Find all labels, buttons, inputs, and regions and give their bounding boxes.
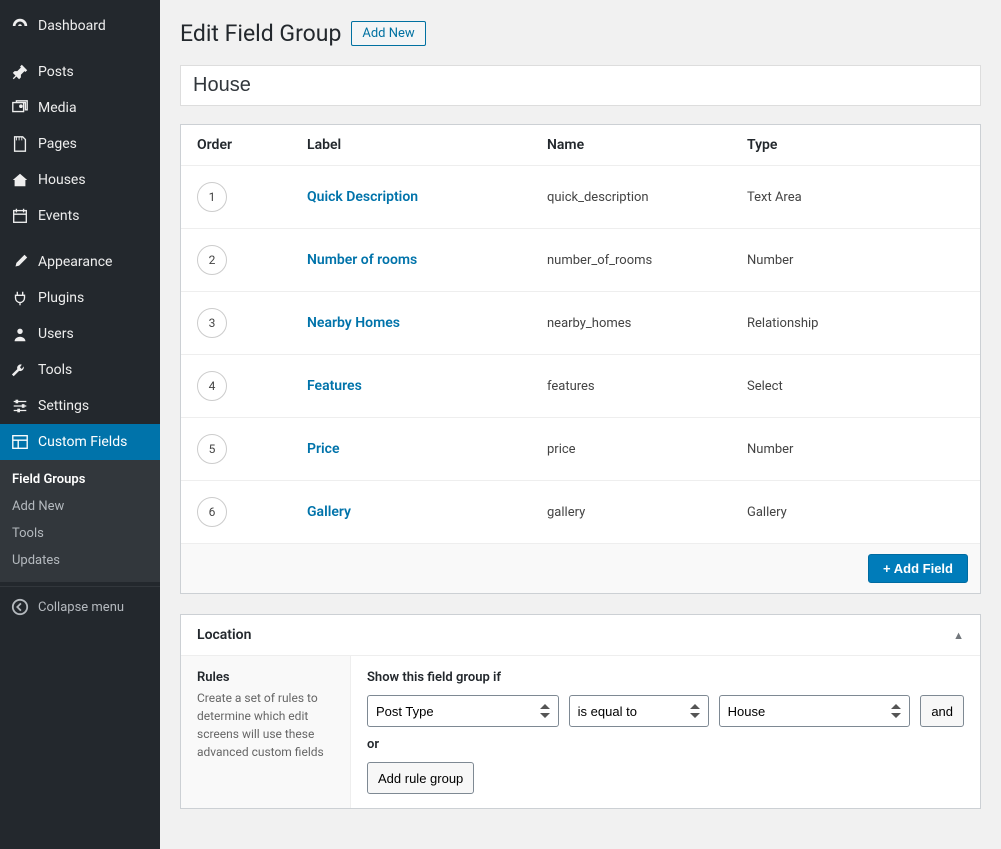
menu-label: Posts — [38, 64, 74, 80]
and-button[interactable]: and — [920, 695, 964, 727]
menu-label: Houses — [38, 172, 86, 188]
user-icon — [10, 324, 30, 344]
menu-label: Settings — [38, 398, 89, 414]
field-type: Number — [731, 229, 980, 292]
col-name: Name — [531, 125, 731, 166]
collapse-label: Collapse menu — [38, 600, 124, 615]
add-field-button[interactable]: + Add Field — [868, 554, 968, 583]
field-row[interactable]: 5 Price priceNumber — [181, 418, 980, 481]
location-panel: Location ▲ Rules Create a set of rules t… — [180, 614, 981, 809]
menu-label: Pages — [38, 136, 77, 152]
field-row[interactable]: 6GallerygalleryGallery — [181, 481, 980, 544]
fields-panel: Order Label Name Type 1 Quick Description… — [180, 124, 981, 594]
field-type: Relationship — [731, 292, 980, 355]
menu-item-houses[interactable]: Houses — [0, 162, 160, 198]
order-handle[interactable]: 4 — [197, 371, 227, 401]
brush-icon — [10, 252, 30, 272]
submenu-item-tools[interactable]: Tools — [0, 520, 160, 547]
field-name: gallery — [531, 481, 731, 544]
rule-value-select[interactable]: House — [719, 695, 911, 727]
menu-item-tools[interactable]: Tools — [0, 352, 160, 388]
rules-heading: Rules — [197, 670, 334, 685]
collapse-menu[interactable]: Collapse menu — [0, 586, 160, 627]
col-order: Order — [181, 125, 291, 166]
field-type: Text Area — [731, 166, 980, 229]
menu-item-users[interactable]: Users — [0, 316, 160, 352]
menu-item-posts[interactable]: Posts — [0, 54, 160, 90]
menu-label: Users — [38, 326, 74, 342]
menu-item-custom-fields[interactable]: Custom Fields — [0, 424, 160, 460]
col-type: Type — [731, 125, 980, 166]
menu-label: Events — [38, 208, 79, 224]
calendar-icon — [10, 206, 30, 226]
menu-label: Tools — [38, 362, 72, 378]
pin-icon — [10, 62, 30, 82]
field-label-link[interactable]: Nearby Homes — [307, 315, 400, 331]
media-icon — [10, 98, 30, 118]
page-title: Edit Field Group — [180, 20, 341, 47]
rules-description: Create a set of rules to determine which… — [197, 689, 334, 761]
or-label: or — [367, 737, 964, 752]
field-name: number_of_rooms — [531, 229, 731, 292]
plug-icon — [10, 288, 30, 308]
field-name: features — [531, 355, 731, 418]
field-type: Gallery — [731, 481, 980, 544]
dashboard-icon — [10, 16, 30, 36]
field-row[interactable]: 2 Number of rooms number_of_roomsNumber — [181, 229, 980, 292]
menu-label: Dashboard — [38, 18, 106, 34]
field-name: quick_description — [531, 166, 731, 229]
rule-operator-select[interactable]: is equal to — [569, 695, 709, 727]
menu-item-plugins[interactable]: Plugins — [0, 280, 160, 316]
collapse-icon — [10, 597, 30, 617]
submenu-item-updates[interactable]: Updates — [0, 547, 160, 574]
menu-label: Media — [38, 100, 77, 116]
field-row[interactable]: 4 Features featuresSelect — [181, 355, 980, 418]
field-label-link[interactable]: Number of rooms — [307, 252, 417, 268]
col-label: Label — [291, 125, 531, 166]
admin-sidebar: Dashboard Posts Media Pages Houses Events Appe… — [0, 0, 160, 849]
menu-label: Appearance — [38, 254, 112, 270]
submenu-item-field-groups[interactable]: Field Groups — [0, 466, 160, 493]
location-header[interactable]: Location ▲ — [181, 615, 980, 656]
field-label-link[interactable]: Price — [307, 441, 340, 457]
menu-item-settings[interactable]: Settings — [0, 388, 160, 424]
field-row[interactable]: 3 Nearby Homes nearby_homesRelationship — [181, 292, 980, 355]
menu-item-media[interactable]: Media — [0, 90, 160, 126]
field-type: Number — [731, 418, 980, 481]
sliders-icon — [10, 396, 30, 416]
location-title: Location — [197, 627, 251, 643]
submenu-item-add-new[interactable]: Add New — [0, 493, 160, 520]
group-title-input[interactable] — [180, 65, 981, 106]
rule-param-select[interactable]: Post Type — [367, 695, 559, 727]
main-content: Edit Field Group Add New Order Label Nam… — [160, 0, 1001, 849]
show-if-label: Show this field group if — [367, 670, 964, 685]
field-label-link[interactable]: Quick Description — [307, 189, 418, 205]
layout-icon — [10, 432, 30, 452]
field-name: nearby_homes — [531, 292, 731, 355]
add-new-button[interactable]: Add New — [351, 21, 425, 46]
field-row[interactable]: 1 Quick Description quick_descriptionText … — [181, 166, 980, 229]
order-handle[interactable]: 6 — [197, 497, 227, 527]
order-handle[interactable]: 3 — [197, 308, 227, 338]
order-handle[interactable]: 2 — [197, 245, 227, 275]
menu-item-pages[interactable]: Pages — [0, 126, 160, 162]
menu-label: Plugins — [38, 290, 84, 306]
menu-item-events[interactable]: Events — [0, 198, 160, 234]
home-icon — [10, 170, 30, 190]
order-handle[interactable]: 1 — [197, 182, 227, 212]
rule-row: Post Type is equal to House and — [367, 695, 964, 727]
field-name: price — [531, 418, 731, 481]
pages-icon — [10, 134, 30, 154]
field-type: Select — [731, 355, 980, 418]
field-label-link[interactable]: Gallery — [307, 504, 351, 520]
wrench-icon — [10, 360, 30, 380]
add-rule-group-button[interactable]: Add rule group — [367, 762, 474, 794]
toggle-icon: ▲ — [953, 629, 964, 642]
menu-label: Custom Fields — [38, 434, 127, 450]
menu-item-appearance[interactable]: Appearance — [0, 244, 160, 280]
menu-item-dashboard[interactable]: Dashboard — [0, 8, 160, 44]
order-handle[interactable]: 5 — [197, 434, 227, 464]
field-label-link[interactable]: Features — [307, 378, 362, 394]
fields-table: Order Label Name Type 1 Quick Description… — [181, 125, 980, 543]
